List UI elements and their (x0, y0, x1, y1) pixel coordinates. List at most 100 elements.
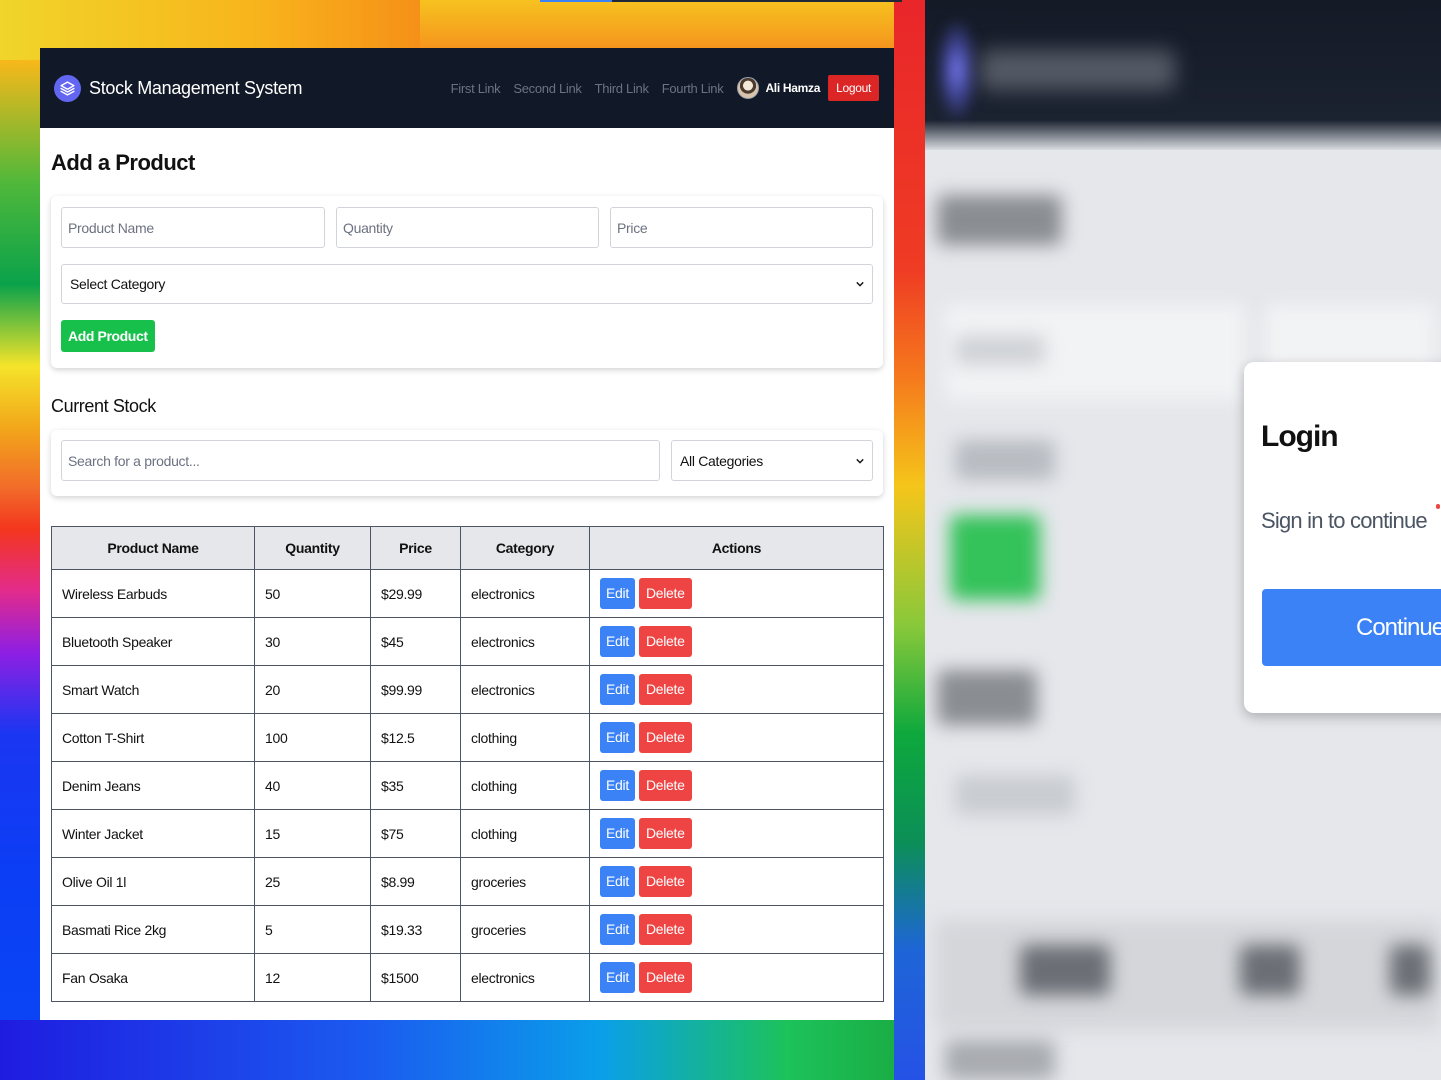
header-quantity[interactable]: Quantity (254, 526, 371, 570)
delete-button[interactable]: Delete (638, 674, 692, 705)
login-subtitle: Sign in to continue (1261, 508, 1428, 533)
cell-quantity: 30 (254, 617, 371, 666)
nav-links: First Link Second Link Third Link Fourth… (438, 48, 879, 128)
cell-category: groceries (460, 905, 590, 954)
blurred-heading-2 (937, 670, 1037, 725)
blurred-search (955, 775, 1075, 815)
current-stock-heading: Current Stock (51, 396, 156, 416)
cell-actions: Edit Delete (589, 857, 884, 906)
cell-price: $19.33 (370, 905, 461, 954)
cell-price: $8.99 (370, 857, 461, 906)
delete-button[interactable]: Delete (638, 866, 692, 897)
cell-category: clothing (460, 809, 590, 858)
user-avatar[interactable] (737, 77, 760, 99)
delete-button[interactable]: Delete (638, 626, 692, 657)
continue-with-google-button[interactable]: Continue with G (1262, 589, 1441, 666)
delete-button[interactable]: Delete (638, 722, 692, 753)
table-row: Basmati Rice 2kg 5 $19.33 groceries Edit Dele… (51, 905, 884, 954)
edit-button[interactable]: Edit (600, 962, 635, 993)
edit-button[interactable]: Edit (600, 770, 635, 801)
blurred-header-text (1020, 945, 1110, 995)
cell-product-name: Fan Osaka (51, 953, 255, 1002)
cell-category: clothing (460, 761, 590, 810)
search-input[interactable]: Search for a product... (61, 440, 660, 481)
cell-category: electronics (460, 953, 590, 1002)
main-content: Add a Product Product Name Quantity Pric… (40, 150, 894, 1002)
stock-app-window: Stock Management System First Link Secon… (40, 48, 894, 1020)
cell-product-name: Basmati Rice 2kg (51, 905, 255, 954)
delete-button[interactable]: Delete (638, 578, 692, 609)
product-name-input[interactable]: Product Name (61, 207, 325, 248)
edit-button[interactable]: Edit (600, 818, 635, 849)
delete-button[interactable]: Delete (638, 818, 692, 849)
nav-link-second[interactable]: Second Link (513, 81, 582, 96)
quantity-input[interactable]: Quantity (336, 207, 599, 248)
edit-button[interactable]: Edit (600, 674, 635, 705)
blurred-row-text (945, 1040, 1055, 1080)
delete-button[interactable]: Delete (638, 962, 692, 993)
table-row: Denim Jeans 40 $35 clothing Edit Delete (51, 761, 884, 810)
add-product-button[interactable]: Add Product (61, 320, 155, 352)
table-row: Fan Osaka 12 $1500 electronics Edit Delete (51, 953, 884, 1002)
search-row: Search for a product... All Categories (61, 440, 873, 481)
add-product-heading: Add a Product (51, 150, 195, 175)
stock-search-panel: Search for a product... All Categories (51, 430, 883, 496)
delete-button[interactable]: Delete (638, 770, 692, 801)
category-select[interactable]: Select Category (61, 264, 873, 304)
background-bottom-band (0, 1020, 925, 1080)
table-row: Smart Watch 20 $99.99 electronics Edit Delete (51, 665, 884, 714)
cell-category: groceries (460, 857, 590, 906)
background-left-band (0, 60, 40, 1080)
cell-actions: Edit Delete (589, 713, 884, 762)
cell-category: electronics (460, 569, 590, 618)
edit-button[interactable]: Edit (600, 914, 635, 945)
cell-product-name: Wireless Earbuds (51, 569, 255, 618)
blurred-input-text (955, 335, 1045, 365)
brand-title[interactable]: Stock Management System (89, 78, 303, 99)
layers-icon[interactable] (54, 74, 81, 102)
table-row: Winter Jacket 15 $75 clothing Edit Delete (51, 809, 884, 858)
header-product-name[interactable]: Product Name (51, 526, 255, 570)
blurred-add-button (950, 515, 1040, 600)
nav-link-fourth[interactable]: Fourth Link (662, 81, 724, 96)
edit-button[interactable]: Edit (600, 866, 635, 897)
add-product-form: Product Name Quantity Price Select Categ… (51, 196, 883, 368)
cell-actions: Edit Delete (589, 761, 884, 810)
cell-quantity: 5 (254, 905, 371, 954)
cell-quantity: 25 (254, 857, 371, 906)
nav-link-third[interactable]: Third Link (595, 81, 649, 96)
table-header-row: Product Name Quantity Price Category Act… (51, 526, 884, 570)
cell-quantity: 12 (254, 953, 371, 1002)
cell-price: $12.5 (370, 713, 461, 762)
header-category[interactable]: Category (460, 526, 590, 570)
edit-button[interactable]: Edit (600, 722, 635, 753)
navbar: Stock Management System First Link Secon… (40, 48, 894, 128)
cell-product-name: Bluetooth Speaker (51, 617, 255, 666)
cell-product-name: Smart Watch (51, 665, 255, 714)
cell-actions: Edit Delete (589, 665, 884, 714)
chevron-down-icon (856, 281, 864, 287)
cell-quantity: 50 (254, 569, 371, 618)
delete-button[interactable]: Delete (638, 914, 692, 945)
login-title: Login (1261, 420, 1339, 453)
blurred-table-header (935, 920, 1441, 1030)
edit-button[interactable]: Edit (600, 578, 635, 609)
blurred-brand (980, 50, 1175, 90)
edit-button[interactable]: Edit (600, 626, 635, 657)
cell-actions: Edit Delete (589, 953, 884, 1002)
category-filter-select[interactable]: All Categories (671, 440, 873, 481)
cell-actions: Edit Delete (589, 569, 884, 618)
cell-price: $29.99 (370, 569, 461, 618)
nav-link-first[interactable]: First Link (451, 81, 501, 96)
cell-quantity: 15 (254, 809, 371, 858)
header-actions: Actions (589, 526, 884, 570)
logout-button[interactable]: Logout (828, 75, 879, 101)
header-price[interactable]: Price (370, 526, 461, 570)
price-input[interactable]: Price (610, 207, 873, 248)
cell-price: $35 (370, 761, 461, 810)
table-row: Olive Oil 1l 25 $8.99 groceries Edit Delete (51, 857, 884, 906)
login-card: Login Sign in to continue Continue with … (1244, 362, 1441, 713)
user-name: Ali Hamza (765, 81, 821, 95)
cell-quantity: 20 (254, 665, 371, 714)
blurred-select (955, 440, 1055, 480)
